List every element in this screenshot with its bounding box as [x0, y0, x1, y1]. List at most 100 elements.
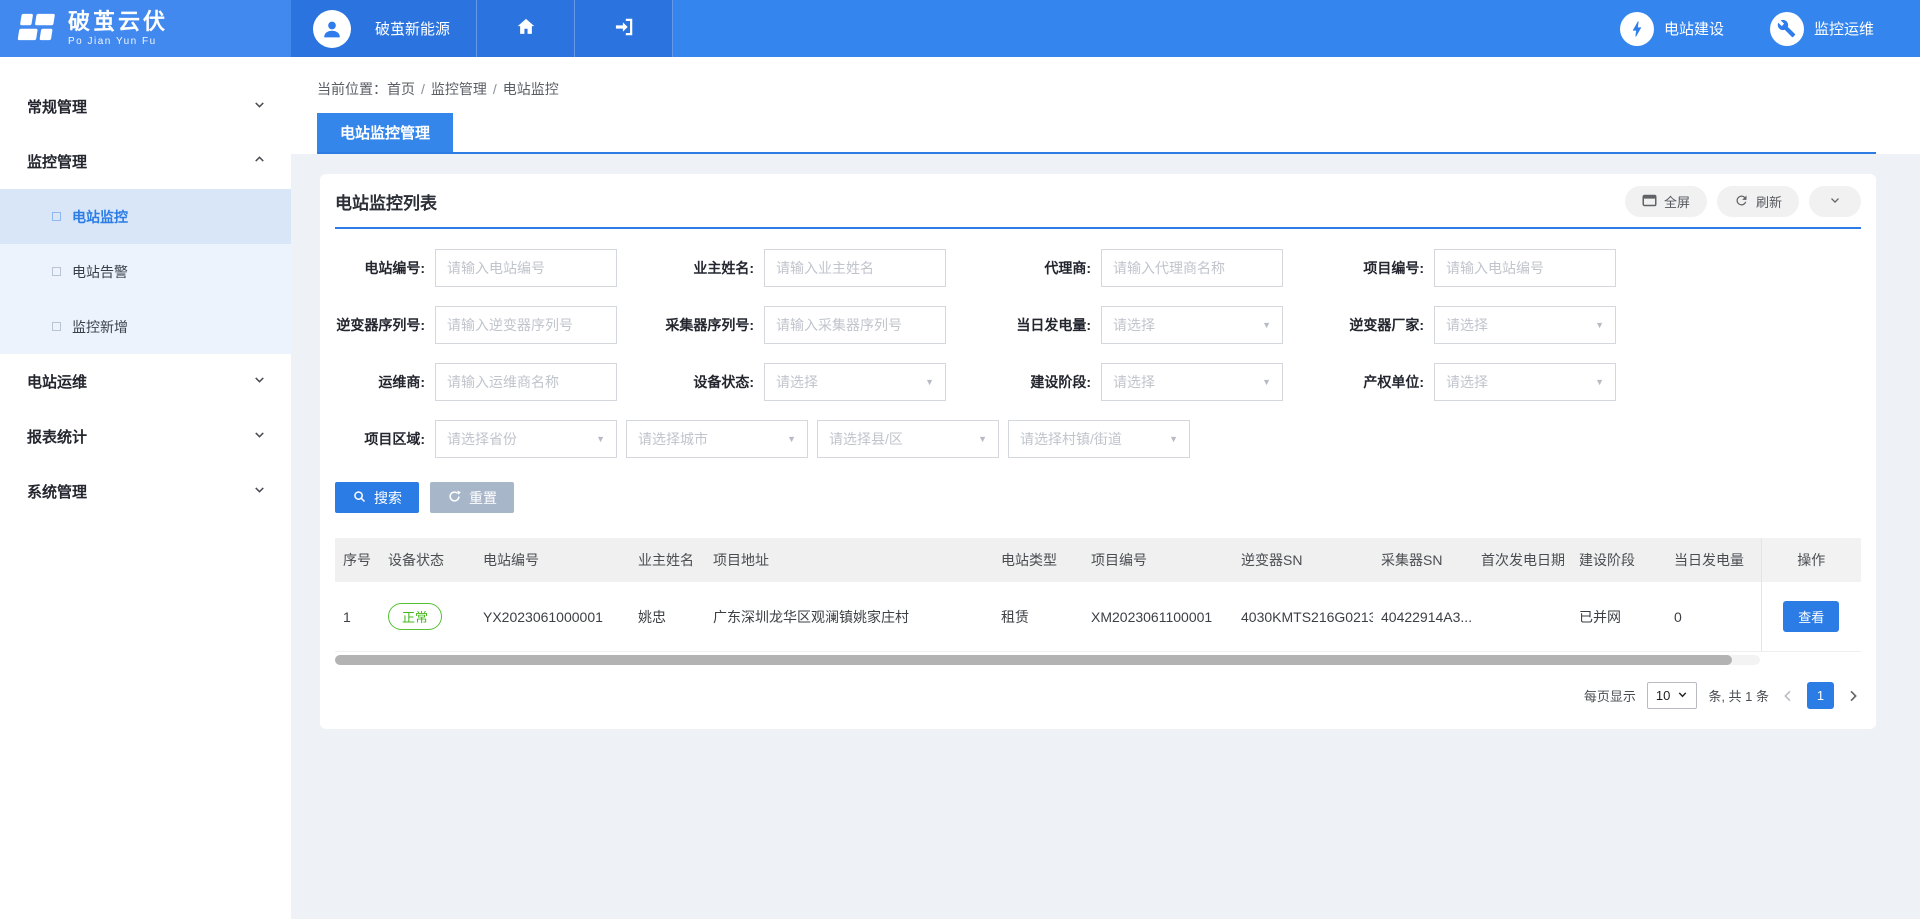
sidebar-subitem-label: 监控新增 — [72, 317, 128, 337]
fullscreen-label: 全屏 — [1664, 192, 1690, 211]
submenu-square-icon — [52, 322, 61, 331]
tab-row: 电站监控管理 — [291, 113, 1920, 154]
col-first-power-date-header: 首次发电日期 — [1473, 538, 1571, 582]
search-button[interactable]: 搜索 — [335, 482, 419, 513]
collapse-panel-button[interactable] — [1809, 186, 1861, 217]
tab-station-monitor-mgmt[interactable]: 电站监控管理 — [317, 113, 453, 152]
province-select[interactable]: 请选择省份 ▼ — [435, 420, 617, 458]
col-project-no-header: 项目编号 — [1083, 538, 1233, 582]
reset-button[interactable]: 重置 — [430, 482, 514, 513]
home-button[interactable] — [477, 0, 575, 57]
property-unit-select[interactable]: 请选择 ▼ — [1434, 363, 1616, 401]
refresh-label: 刷新 — [1756, 192, 1782, 211]
scrollbar-thumb[interactable] — [335, 655, 1732, 665]
lightning-icon — [1620, 12, 1654, 46]
reset-label: 重置 — [469, 488, 497, 508]
chevron-down-icon — [1677, 688, 1688, 703]
col-action-header: 操作 — [1761, 538, 1861, 582]
sidebar-item-label: 报表统计 — [27, 426, 87, 447]
collector-sn-input[interactable] — [764, 306, 946, 344]
col-build-stage-header: 建设阶段 — [1571, 538, 1666, 582]
device-status-select[interactable]: 请选择 ▼ — [764, 363, 946, 401]
col-owner-header: 业主姓名 — [630, 538, 705, 582]
company-name: 破茧新能源 — [375, 18, 450, 39]
inverter-vendor-label: 逆变器厂家: — [1283, 315, 1434, 335]
maintainer-label: 运维商: — [335, 372, 435, 392]
town-placeholder: 请选择村镇/街道 — [1020, 429, 1122, 449]
app-header: 破茧云伏 Po Jian Yun Fu 破茧新能源 电站建设 — [0, 0, 1920, 57]
project-no-label: 项目编号: — [1283, 258, 1434, 278]
cell-daily-power: 0 — [1666, 582, 1761, 652]
build-stage-select[interactable]: 请选择 ▼ — [1101, 363, 1283, 401]
city-select[interactable]: 请选择城市 ▼ — [626, 420, 808, 458]
inverter-sn-input[interactable] — [435, 306, 617, 344]
next-page-button[interactable] — [1845, 688, 1861, 704]
sidebar-item-monitor-mgmt[interactable]: 监控管理 — [0, 134, 291, 189]
inverter-vendor-select[interactable]: 请选择 ▼ — [1434, 306, 1616, 344]
per-page-value: 10 — [1656, 688, 1670, 703]
daily-power-select[interactable]: 请选择 ▼ — [1101, 306, 1283, 344]
tab-strip: 电站监控管理 — [317, 113, 1876, 154]
maintainer-input[interactable] — [435, 363, 617, 401]
project-no-input[interactable] — [1434, 249, 1616, 287]
fullscreen-button[interactable]: 全屏 — [1625, 186, 1707, 217]
chevron-down-icon — [252, 482, 267, 501]
sidebar-item-label: 常规管理 — [27, 96, 87, 117]
horizontal-scrollbar[interactable] — [335, 655, 1760, 665]
filter-form: 电站编号: 业主姓名: 代理商: 项目编号: — [335, 229, 1861, 513]
content-area: 当前位置：首页/监控管理/电站监控 电站监控管理 电站监控列表 全屏 刷新 — [291, 57, 1920, 919]
sidebar: 常规管理 监控管理 电站监控 电站告警 监控新增 电站运维 — [0, 57, 291, 919]
col-collector-sn-header: 采集器SN — [1373, 538, 1473, 582]
breadcrumb-monitor-mgmt[interactable]: 监控管理 — [431, 81, 487, 97]
owner-name-input[interactable] — [764, 249, 946, 287]
chevron-down-icon — [1828, 193, 1842, 210]
logout-button[interactable] — [575, 0, 673, 57]
device-status-label: 设备状态: — [617, 372, 764, 392]
chevron-down-icon: ▼ — [1262, 320, 1271, 330]
refresh-button[interactable]: 刷新 — [1717, 186, 1799, 217]
module-station-build[interactable]: 电站建设 — [1620, 12, 1724, 46]
prev-page-button[interactable] — [1780, 688, 1796, 704]
submenu-square-icon — [52, 267, 61, 276]
per-page-select[interactable]: 10 — [1647, 682, 1697, 709]
inverter-vendor-placeholder: 请选择 — [1446, 315, 1488, 335]
submenu-square-icon — [52, 212, 61, 221]
header-band: 破茧新能源 — [291, 0, 673, 57]
city-placeholder: 请选择城市 — [638, 429, 708, 449]
sidebar-item-label: 监控管理 — [27, 151, 87, 172]
district-placeholder: 请选择县/区 — [829, 429, 903, 449]
page-number-1[interactable]: 1 — [1807, 682, 1834, 709]
agent-input[interactable] — [1101, 249, 1283, 287]
breadcrumb-home[interactable]: 首页 — [387, 81, 415, 97]
total-count-label: 条, 共 1 条 — [1708, 686, 1769, 705]
chevron-down-icon: ▼ — [925, 377, 934, 387]
sidebar-submenu: 电站监控 电站告警 监控新增 — [0, 189, 291, 354]
table-header-row: 序号 设备状态 电站编号 业主姓名 项目地址 电站类型 项目编号 逆变器SN 采… — [335, 538, 1861, 582]
region-selects: 请选择省份 ▼ 请选择城市 ▼ 请选择县/区 ▼ — [435, 420, 1190, 458]
breadcrumb-station-monitor[interactable]: 电站监控 — [503, 81, 559, 97]
station-no-input[interactable] — [435, 249, 617, 287]
sidebar-item-station-ops[interactable]: 电站运维 — [0, 354, 291, 409]
sidebar-item-system-mgmt[interactable]: 系统管理 — [0, 464, 291, 519]
district-select[interactable]: 请选择县/区 ▼ — [817, 420, 999, 458]
view-button[interactable]: 查看 — [1783, 601, 1839, 632]
cell-project-no: XM2023061100001 — [1083, 582, 1233, 652]
town-select[interactable]: 请选择村镇/街道 ▼ — [1008, 420, 1190, 458]
reset-icon — [447, 489, 462, 507]
breadcrumb-separator: / — [493, 81, 497, 97]
chevron-down-icon: ▼ — [1595, 320, 1604, 330]
sidebar-item-general-mgmt[interactable]: 常规管理 — [0, 79, 291, 134]
device-status-placeholder: 请选择 — [776, 372, 818, 392]
brand-subtitle: Po Jian Yun Fu — [68, 36, 168, 47]
field-inverter-sn: 逆变器序列号: — [335, 306, 617, 344]
table-row: 1 正常 YX2023061000001 姚忠 广东深圳龙华区观澜镇姚家庄村 租… — [335, 582, 1861, 652]
user-menu[interactable]: 破茧新能源 — [291, 0, 477, 57]
sidebar-item-report-stats[interactable]: 报表统计 — [0, 409, 291, 464]
module-monitor-ops[interactable]: 监控运维 — [1770, 12, 1874, 46]
field-maintainer: 运维商: — [335, 363, 617, 401]
main-layout: 常规管理 监控管理 电站监控 电站告警 监控新增 电站运维 — [0, 57, 1920, 919]
cell-build-stage: 已并网 — [1571, 582, 1666, 652]
sidebar-item-station-monitor[interactable]: 电站监控 — [0, 189, 291, 244]
sidebar-item-station-alarm[interactable]: 电站告警 — [0, 244, 291, 299]
sidebar-item-monitor-add[interactable]: 监控新增 — [0, 299, 291, 354]
